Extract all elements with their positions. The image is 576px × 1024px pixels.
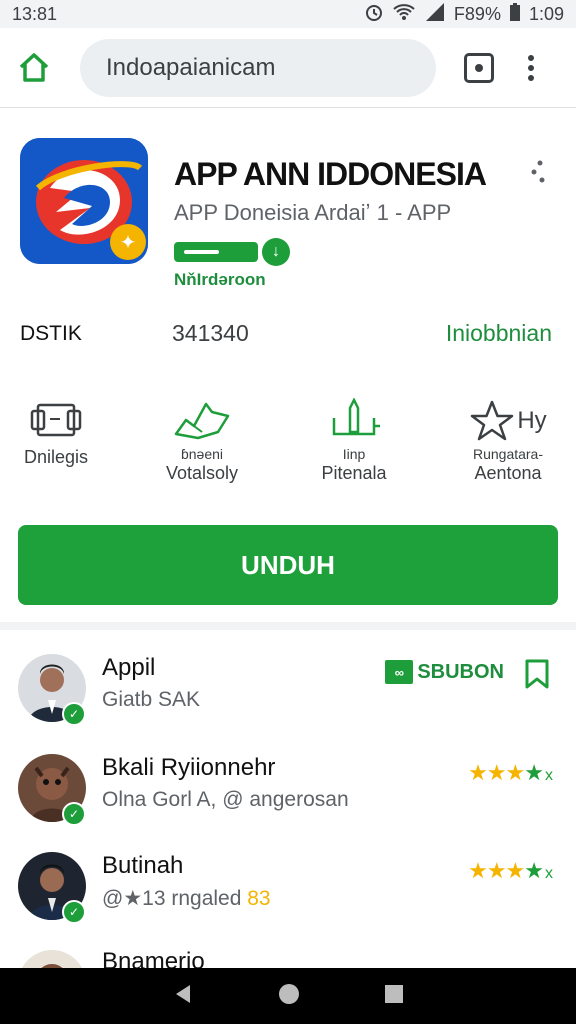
verified-check-icon: ✓ bbox=[62, 802, 86, 826]
feature-devices: Dnilegis bbox=[14, 396, 98, 468]
install-progress: ↓ bbox=[174, 238, 290, 266]
app-icon[interactable]: ✦ bbox=[20, 138, 148, 264]
alarm-icon bbox=[364, 2, 384, 27]
review-item[interactable]: ✓ Bkali Ryiionnehr Olna Gorl A, @ angero… bbox=[0, 754, 576, 850]
badge-text: SBUBON bbox=[417, 660, 504, 683]
home-button[interactable] bbox=[14, 48, 54, 88]
developer-name[interactable]: NňIrdəroon bbox=[174, 270, 266, 290]
bookmark-icon bbox=[525, 659, 549, 689]
app-card: ✦ APP ANN IDDONESIA APP Doneisia Ardaiʼ … bbox=[0, 110, 576, 622]
feature-extra: Hy bbox=[517, 407, 547, 434]
status-time-right: 1:09 bbox=[528, 3, 564, 24]
wifi-icon bbox=[392, 3, 416, 26]
review-item[interactable]: ✓ Butinah @★13 rngaled 83 ★★★★ x bbox=[0, 852, 576, 948]
star-icon: ★★★ bbox=[468, 760, 525, 785]
review-subtitle: Giatb SAK bbox=[102, 688, 201, 711]
star-outline-icon: Hy bbox=[456, 396, 560, 446]
app-subtitle: APP Doneisia Ardaiʼ 1 - APP bbox=[174, 200, 452, 225]
feature-monument: Iinp Pitenala bbox=[308, 396, 400, 484]
star-icon: ★ bbox=[524, 760, 544, 785]
browser-menu-button[interactable] bbox=[528, 54, 534, 81]
system-nav-bar bbox=[0, 968, 576, 1024]
svg-text:✦: ✦ bbox=[120, 230, 137, 254]
menu-dot bbox=[528, 54, 534, 61]
battery-text: F89% bbox=[453, 3, 501, 24]
review-subtitle: Olna Gorl A, @ angerosan bbox=[102, 788, 349, 811]
menu-dot bbox=[528, 74, 534, 81]
app-menu-button[interactable] bbox=[528, 158, 548, 186]
url-bar[interactable]: Indoapaianicam bbox=[80, 38, 436, 97]
feature-line2: Votalsoly bbox=[165, 463, 239, 483]
tabs-button[interactable] bbox=[464, 52, 494, 83]
close-icon: x bbox=[545, 767, 553, 784]
status-time-left: 13:81 bbox=[12, 3, 58, 24]
feature-line2: Dnilegis bbox=[23, 447, 89, 467]
download-arrow-icon: ↓ bbox=[262, 238, 290, 266]
badge-icon: ∞ bbox=[385, 660, 414, 684]
back-icon bbox=[176, 984, 190, 1003]
reviewer-name: Bnamerio bbox=[102, 948, 205, 968]
feature-row: Dnilegis ɓnəeni Votalsoly Iinp Pitenala … bbox=[0, 396, 576, 506]
home-nav-button[interactable] bbox=[278, 983, 300, 1010]
rating-stars: ★★★★ x bbox=[468, 858, 553, 884]
star-icon: ★ bbox=[524, 858, 544, 883]
home-icon bbox=[19, 52, 49, 82]
feature-line2: Aentona bbox=[474, 463, 542, 483]
review-subtitle-text: @★13 rngaled bbox=[102, 887, 242, 910]
back-button[interactable] bbox=[172, 983, 194, 1010]
feature-line1: Iinp bbox=[342, 446, 366, 462]
app-title: APP ANN IDDONESIA bbox=[174, 156, 487, 192]
status-icons: F89% 1:09 bbox=[364, 2, 564, 27]
review-item[interactable]: ✓ Appil Giatb SAK ∞ SBUBON bbox=[0, 654, 576, 750]
reviewer-name: Appil bbox=[102, 654, 156, 681]
review-subtitle-extra: 83 bbox=[247, 887, 271, 910]
rating-stars: ★★★★ x bbox=[468, 760, 553, 786]
feature-rating: Hy Rungatara- Aentona bbox=[456, 396, 560, 484]
download-button[interactable]: UNDUH bbox=[18, 525, 558, 605]
feature-line1: ɓnəeni bbox=[180, 446, 224, 462]
meta-link[interactable]: Iniobbnian bbox=[446, 320, 552, 347]
status-bar: 13:81 F89% 1:09 bbox=[0, 0, 576, 28]
devices-icon bbox=[14, 396, 98, 446]
review-item[interactable]: Bnamerio bbox=[0, 948, 576, 968]
home-circle-icon bbox=[279, 983, 299, 1004]
url-text: Indoapaianicam bbox=[106, 53, 276, 81]
signal-icon bbox=[424, 2, 446, 26]
review-subtitle: @★13 rngaled 83 bbox=[102, 886, 271, 911]
monument-icon bbox=[308, 396, 400, 446]
section-divider bbox=[0, 622, 576, 630]
verified-check-icon: ✓ bbox=[62, 900, 86, 924]
progress-track bbox=[174, 242, 258, 262]
reviewer-name: Bkali Ryiionnehr bbox=[102, 754, 276, 781]
star-icon: ★★★ bbox=[468, 858, 525, 883]
feature-line1: Rungatara- bbox=[472, 446, 544, 462]
bookmark-button[interactable] bbox=[524, 658, 550, 695]
feature-line2: Pitenala bbox=[321, 463, 387, 483]
meta-value: 341340 bbox=[172, 320, 249, 346]
hand-icon bbox=[158, 396, 246, 446]
reviewer-name: Butinah bbox=[102, 852, 184, 879]
progress-fill bbox=[184, 250, 219, 254]
more-icon bbox=[531, 160, 545, 183]
avatar bbox=[18, 950, 86, 968]
feature-hand: ɓnəeni Votalsoly bbox=[158, 396, 246, 484]
review-badge: ∞ SBUBON bbox=[385, 660, 504, 684]
recents-icon bbox=[385, 984, 403, 1003]
meta-label: DSTIK bbox=[20, 322, 82, 345]
browser-toolbar: Indoapaianicam bbox=[0, 28, 576, 108]
tabs-icon bbox=[475, 63, 483, 72]
recents-button[interactable] bbox=[384, 984, 404, 1009]
menu-dot bbox=[528, 64, 534, 71]
battery-icon bbox=[509, 2, 521, 26]
verified-check-icon: ✓ bbox=[62, 702, 86, 726]
close-icon: x bbox=[545, 865, 553, 882]
